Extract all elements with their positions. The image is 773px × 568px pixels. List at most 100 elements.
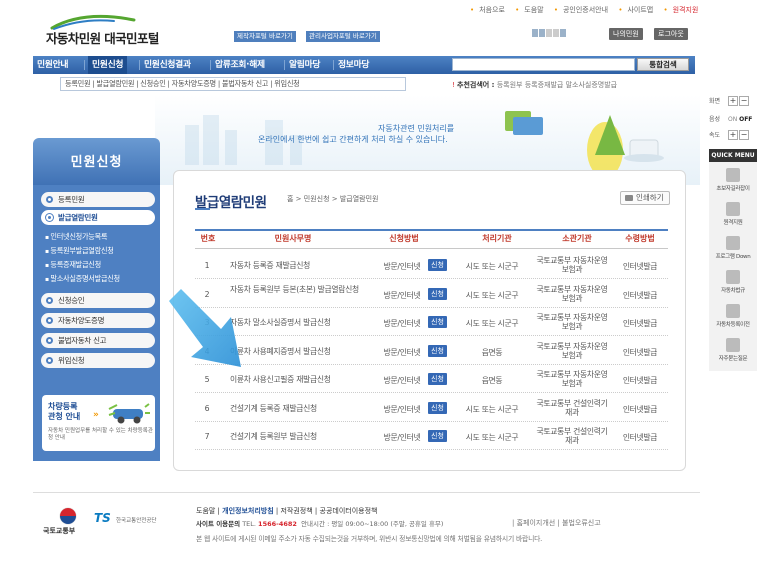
footer-opendata-link[interactable]: 공공데이터이용정책 <box>320 507 378 515</box>
beginner-guide-icon[interactable] <box>726 168 740 182</box>
transfer-icon[interactable] <box>726 304 740 318</box>
apply-button[interactable]: 신청 <box>428 373 447 385</box>
quick-item-transfer[interactable]: 자동차등록이전 <box>709 320 757 328</box>
civil-service-name[interactable]: 이륜차 사용신고필증 재발급신청 <box>230 375 364 385</box>
quick-menu-title: QUICK MENU <box>709 149 757 162</box>
quick-item-law[interactable]: 자동차법규 <box>709 286 757 294</box>
recommended-terms[interactable]: 등록원부 등록증재발급 말소사실증명발급 <box>497 81 617 89</box>
quick-item-download[interactable]: 프로그램 Down <box>709 252 757 260</box>
application-method: 방문/인터넷 <box>383 376 421 385</box>
apply-button[interactable]: 신청 <box>428 316 447 328</box>
col-header-receive: 수령방법 <box>625 234 655 243</box>
footer-links: 도움말 | 개인정보처리방침 | 저작권정책 | 공공데이터이용정책 <box>196 507 378 515</box>
left-submenu-internet-list[interactable]: 인터넷신청가능목록 <box>45 232 107 242</box>
left-submenu-register-ledger[interactable]: 등록원부발급열람신청 <box>45 246 113 256</box>
nav-item-notice[interactable]: 알림마당 <box>289 56 320 74</box>
processing-agency: 읍면동 <box>481 376 503 385</box>
download-icon[interactable] <box>726 236 740 250</box>
quick-item-faq[interactable]: 자주묻는질문 <box>709 354 757 362</box>
sound-control: 음성 ON OFF <box>709 116 753 123</box>
util-cert-link[interactable]: • 공인인증서안내 <box>550 6 608 14</box>
remote-support-icon[interactable] <box>726 202 740 216</box>
nav-item-info[interactable]: 정보마당 <box>338 56 369 74</box>
faq-icon[interactable] <box>726 338 740 352</box>
search-input[interactable] <box>452 58 635 71</box>
quick-item-remote[interactable]: 원격지원 <box>709 218 757 226</box>
sound-off-toggle[interactable]: OFF <box>739 116 752 123</box>
footer-privacy-link[interactable]: 개인정보처리방침 <box>222 507 274 515</box>
processing-agency: 시도 또는 시군구 <box>465 262 519 271</box>
footer-notice: 본 웹 사이트에 게시된 이메일 주소가 자동 수집되는것을 거부하며, 위반시… <box>196 535 543 543</box>
table-row: 7 건설기계 등록원부 발급신청 방문/인터넷 신청 시도 또는 시군구 국토교통부 건설… <box>195 422 668 450</box>
civil-service-name[interactable]: 건설기계 등록증 재발급신청 <box>230 404 364 414</box>
site-title[interactable]: 자동차민원 대국민포털 <box>46 28 159 47</box>
processing-agency: 시도 또는 시군구 <box>465 290 519 300</box>
util-remote-link[interactable]: • 원격지원 <box>659 6 698 14</box>
application-method: 방문/인터넷 <box>383 433 421 442</box>
apply-button[interactable]: 신청 <box>428 344 447 357</box>
util-sitemap-link[interactable]: • 사이트맵 <box>614 6 653 14</box>
apply-button[interactable]: 신청 <box>428 287 447 300</box>
quick-item-beginner[interactable]: 초보자길라잡이 <box>709 184 757 192</box>
my-civil-button[interactable]: 나의민원 <box>609 28 643 40</box>
print-button[interactable]: 인쇄하기 <box>620 191 670 205</box>
molit-logo-text: 국토교통부 <box>43 527 76 535</box>
row-number: 1 <box>204 261 210 270</box>
jurisdiction-agency: 국토교통부 건설인력기재과 <box>536 398 608 417</box>
font-size-icon[interactable] <box>532 29 572 39</box>
application-method: 방문/인터넷 <box>383 347 421 357</box>
receive-method: 인터넷발급 <box>622 404 658 414</box>
sound-on-toggle[interactable]: ON <box>728 116 737 123</box>
zoom-out-button[interactable]: − <box>738 96 749 106</box>
footer-copyright-link[interactable]: 저작권정책 <box>280 507 312 515</box>
producer-portal-button[interactable]: 제작자포털 바로가기 <box>234 31 296 42</box>
application-method: 방문/인터넷 <box>383 262 421 271</box>
util-help-link[interactable]: • 도움말 <box>511 6 543 14</box>
management-portal-button[interactable]: 관리사업자포털 바로가기 <box>306 31 380 42</box>
apply-button[interactable]: 신청 <box>428 401 447 414</box>
card-description: 자동차 민원업무를 처리할 수 있는 차량등록관청 안내 <box>48 428 153 441</box>
left-menu-item-illegal-report[interactable]: 불법자동차 신고 <box>41 333 155 348</box>
util-home-link[interactable]: • 처음으로 <box>466 6 505 14</box>
civil-service-name[interactable]: 이륜차 사용폐지증명서 발급신청 <box>230 347 364 357</box>
row-number: 6 <box>204 403 210 413</box>
speed-down-button[interactable]: − <box>738 130 749 140</box>
sub-menu-bar[interactable]: 등록민원 | 발급열람민원 | 신청승인 | 자동차양도증명 | 불법자동차 신… <box>60 77 406 91</box>
receive-method: 인터넷발급 <box>622 376 658 385</box>
nav-item-guide[interactable]: 민원안내 <box>37 56 68 74</box>
receive-method: 인터넷발급 <box>622 433 658 442</box>
application-method: 방문/인터넷 <box>383 319 421 328</box>
table-row: 6 건설기계 등록증 재발급신청 방문/인터넷 신청 시도 또는 시군구 국토교통부 건설… <box>195 394 668 422</box>
left-submenu-deregistration[interactable]: 말소사실증명서발급신청 <box>45 274 120 284</box>
table-header-divider <box>195 248 668 249</box>
card-title-2: 관청 안내 <box>48 412 81 421</box>
left-menu-item-issue-view[interactable]: 발급열람민원 <box>41 210 155 225</box>
civil-service-name[interactable]: 자동차 등록증 재발급신청 <box>230 261 364 271</box>
nav-item-seizure[interactable]: 압류조회·해제 <box>215 56 265 74</box>
processing-agency: 시도 또는 시군구 <box>465 433 519 442</box>
jurisdiction-agency: 국토교통부 자동차운영보험과 <box>536 313 608 331</box>
speed-up-button[interactable]: + <box>727 130 738 140</box>
footer-help-link[interactable]: 도움말 <box>196 507 215 515</box>
law-icon[interactable] <box>726 270 740 284</box>
left-menu-item-delegation[interactable]: 위임신청 <box>41 353 155 368</box>
civil-service-name[interactable]: 자동차 등록원부 등본(초본) 발급열람신청 <box>230 285 364 295</box>
apply-button[interactable]: 신청 <box>428 430 447 442</box>
nav-item-apply[interactable]: 민원신청 <box>88 56 128 74</box>
search-button[interactable]: 통합검색 <box>637 58 689 71</box>
table-row: 3자동차 말소사실증명서 발급신청방문/인터넷신청시도 또는 시군구국토교통부 … <box>195 308 668 336</box>
col-header-name: 민원사무명 <box>274 234 312 243</box>
apply-button[interactable]: 신청 <box>428 259 447 271</box>
left-menu-item-registration[interactable]: 등록민원 <box>41 192 155 207</box>
application-method: 방문/인터넷 <box>383 290 421 300</box>
left-menu-item-approval[interactable]: 신청승인 <box>41 293 155 308</box>
zoom-in-button[interactable]: + <box>727 96 738 106</box>
nav-item-result[interactable]: 민원신청결과 <box>144 56 191 74</box>
civil-service-name[interactable]: 건설기계 등록원부 발급신청 <box>230 432 364 442</box>
logout-button[interactable]: 로그아웃 <box>654 28 688 40</box>
civil-service-name[interactable]: 자동차 말소사실증명서 발급신청 <box>230 318 364 328</box>
footer-right-links[interactable]: | 홈페이지개선 | 불법오류신고 <box>512 518 601 528</box>
left-submenu-reissue[interactable]: 등록증재발급신청 <box>45 260 101 270</box>
left-menu-item-transfer[interactable]: 자동차양도증명 <box>41 313 155 328</box>
jurisdiction-agency: 국토교통부 자동차운영보험과 <box>536 256 608 274</box>
